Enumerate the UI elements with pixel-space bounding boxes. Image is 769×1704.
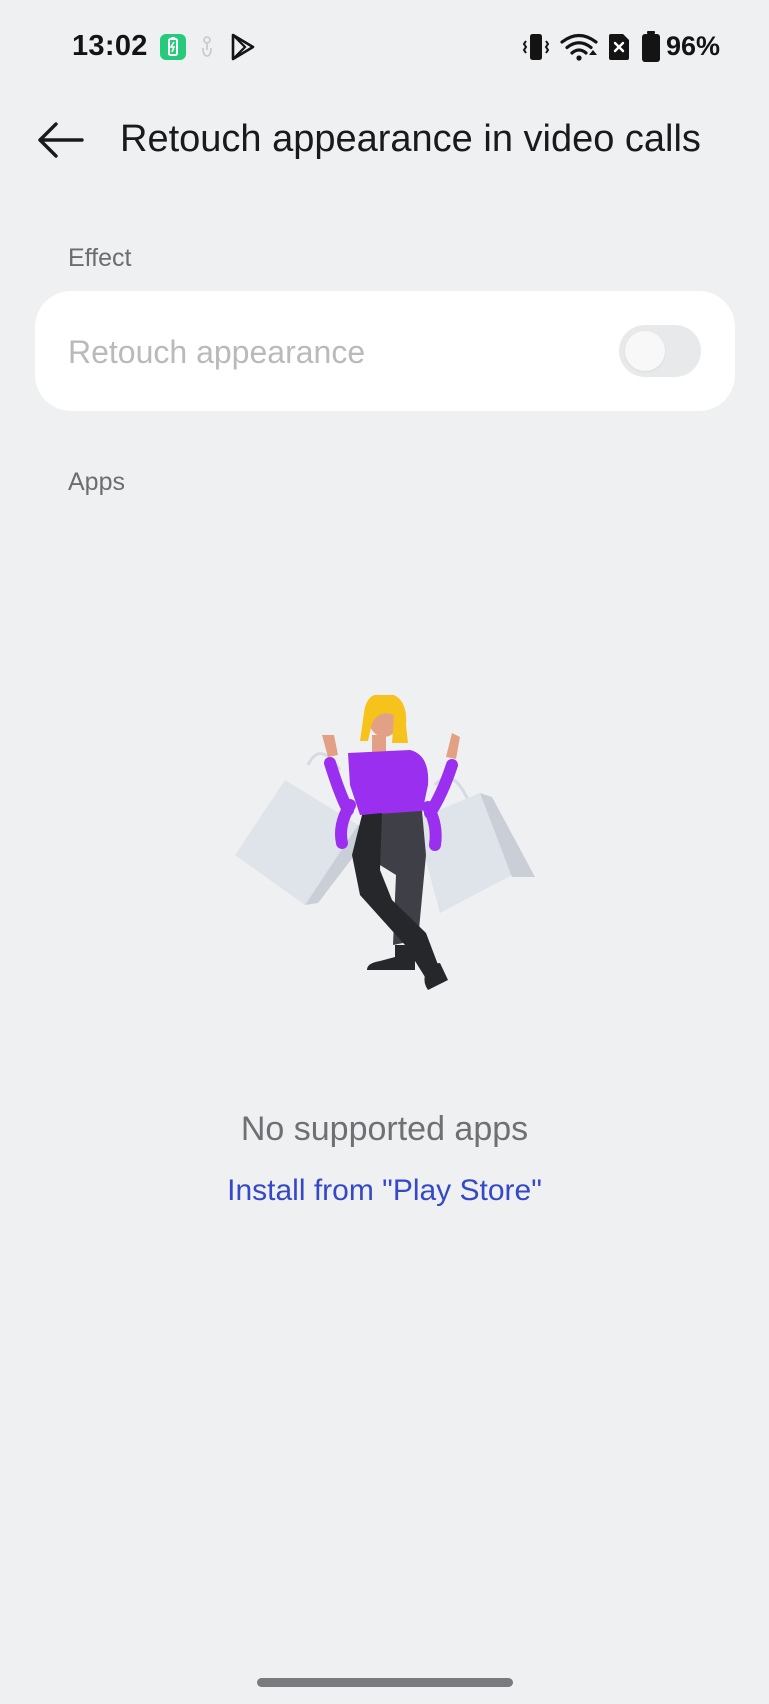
home-indicator[interactable] <box>257 1678 513 1687</box>
back-button[interactable] <box>28 110 92 174</box>
battery-percentage: 96% <box>666 31 721 61</box>
retouch-appearance-toggle[interactable] <box>619 325 701 377</box>
retouch-appearance-row[interactable]: Retouch appearance <box>35 291 735 411</box>
wifi-icon <box>560 33 598 66</box>
battery-saver-icon <box>160 34 186 65</box>
section-label-effect: Effect <box>68 244 132 272</box>
arrow-left-icon <box>36 120 84 165</box>
status-time: 13:02 <box>72 30 148 62</box>
toggle-knob <box>625 331 665 371</box>
section-label-apps: Apps <box>68 468 125 496</box>
battery-icon <box>641 31 661 68</box>
page-title: Retouch appearance in video calls <box>120 118 701 160</box>
touch-icon <box>197 34 217 65</box>
status-bar: 13:02 96% <box>0 0 769 96</box>
empty-state-message: No supported apps <box>240 1110 529 1148</box>
play-store-icon <box>230 33 256 66</box>
no-sim-icon <box>607 33 631 66</box>
screen: 13:02 96% Retouch appearance in video ca… <box>0 0 769 1704</box>
empty-state-illustration <box>230 692 540 1070</box>
retouch-appearance-label: Retouch appearance <box>68 334 366 370</box>
vibrate-icon <box>522 32 550 67</box>
install-from-play-store-link[interactable]: Install from "Play Store" <box>0 1174 769 1208</box>
